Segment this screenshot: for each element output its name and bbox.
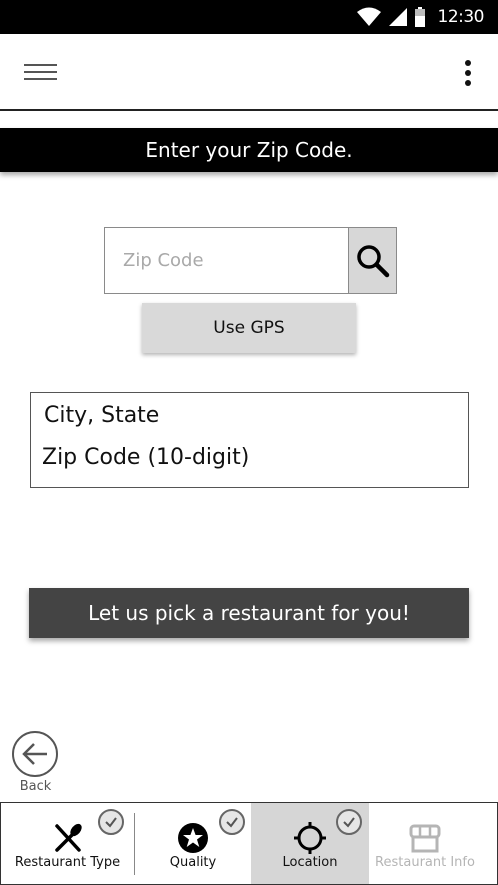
arrow-left-icon [22,743,47,765]
zip-search-box [104,227,397,294]
location-card: City, State Zip Code (10-digit) [30,392,469,488]
nav-label: Location [282,855,338,870]
wifi-icon [356,7,381,26]
back-circle [12,731,58,777]
nav-label: Restaurant Type [14,855,121,870]
battery-icon [414,7,425,27]
storefront-icon [408,821,442,855]
bottom-nav: Restaurant Type Quality Location Restaur… [0,802,498,885]
check-badge-icon [336,809,362,835]
search-icon [356,244,389,277]
status-icons: 12:30 [356,6,485,28]
status-time: 12:30 [437,7,485,27]
nav-item-quality[interactable]: Quality [135,803,251,884]
signal-icon [388,8,407,26]
nav-item-restaurant-info[interactable]: Restaurant Info [369,803,481,884]
use-gps-button[interactable]: Use GPS [142,303,356,353]
back-button[interactable]: Back [12,731,59,794]
search-button[interactable] [348,228,396,293]
page-banner: Enter your Zip Code. [0,128,498,172]
city-state-text: City, State [44,403,160,428]
zip-display-text: Zip Code (10-digit) [42,445,250,470]
hamburger-menu-icon[interactable] [22,60,62,86]
star-badge-icon [176,821,210,855]
zip-code-input[interactable] [105,228,348,293]
app-bar [0,34,498,111]
nav-label: Quality [169,855,217,870]
nav-item-restaurant-type[interactable]: Restaurant Type [1,803,134,884]
check-badge-icon [98,809,124,835]
nav-item-location[interactable]: Location [251,803,369,884]
more-vertical-icon[interactable] [456,58,480,88]
nav-label: Restaurant Info [375,855,475,870]
check-badge-icon [219,809,245,835]
crosshair-icon [293,821,327,855]
back-label: Back [19,779,52,794]
pick-restaurant-button[interactable]: Let us pick a restaurant for you! [29,588,469,638]
fork-knife-icon [51,821,85,855]
status-bar: 12:30 [0,0,498,34]
